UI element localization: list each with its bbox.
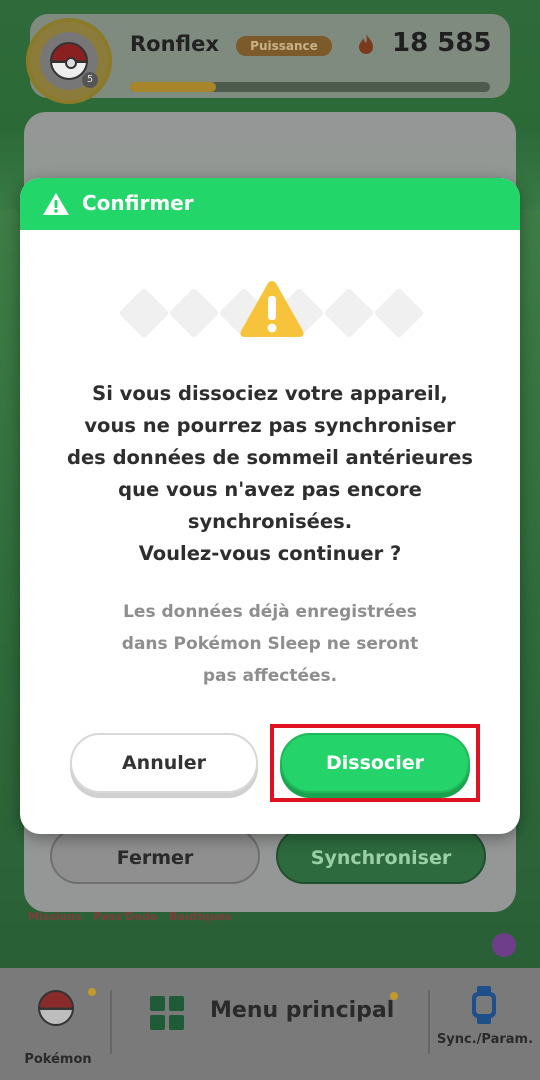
sync-button[interactable]: Synchroniser — [276, 828, 486, 884]
pokeball-icon — [38, 990, 74, 1026]
pokeball-center — [65, 57, 77, 69]
diamond-shape — [373, 287, 425, 339]
note-line: pas affectées. — [202, 666, 338, 686]
nav-pokemon[interactable]: Pokémon — [14, 988, 102, 1078]
highlight-box — [270, 724, 480, 802]
tabs-row: Missions Pass'Dodo Boutiques — [28, 910, 240, 923]
power-badge: Puissance — [236, 36, 332, 56]
progress-track — [130, 82, 490, 92]
dialog-title: Confirmer — [82, 191, 194, 215]
message-line: vous ne pourrez pas synchroniser — [84, 414, 456, 437]
flame-icon — [359, 34, 373, 54]
flower-icon — [492, 933, 516, 957]
tab-pass-dodo[interactable]: Pass'Dodo — [93, 910, 157, 923]
nav-divider — [110, 990, 112, 1054]
dialog-message: Si vous dissociez votre appareil, vous n… — [50, 378, 490, 570]
player-name: Ronflex — [130, 32, 219, 56]
close-button[interactable]: Fermer — [50, 828, 260, 884]
grid-icon — [150, 996, 186, 1032]
warning-icon — [43, 193, 69, 215]
message-line: que vous n'avez pas encore — [118, 478, 422, 501]
watch-icon — [472, 986, 496, 1024]
level-badge: 5 — [82, 72, 98, 88]
progress-fill — [130, 82, 217, 92]
diamond-shape — [168, 287, 220, 339]
bottom-navigation: Pokémon Menu principal Sync./Param. — [0, 968, 540, 1080]
avatar-frame: 5 — [40, 32, 98, 90]
warning-icon — [240, 281, 304, 337]
dialog-note: Les données déjà enregistrées dans Pokém… — [50, 596, 490, 692]
tab-boutiques[interactable]: Boutiques — [169, 910, 232, 923]
dialog-header: Confirmer — [20, 178, 520, 230]
notification-dot — [88, 988, 96, 996]
message-line: synchronisées. — [187, 510, 353, 533]
message-line: des données de sommeil antérieures — [67, 446, 473, 469]
tab-missions[interactable]: Missions — [28, 910, 82, 923]
nav-pokemon-label: Pokémon — [24, 1052, 92, 1067]
pokeball-icon — [50, 42, 88, 80]
nav-main-menu[interactable]: Menu principal — [150, 992, 410, 1056]
avatar[interactable]: 5 — [26, 18, 112, 104]
notification-dot — [390, 992, 398, 1000]
diamond-shape — [118, 287, 170, 339]
cancel-button[interactable]: Annuler — [70, 733, 258, 793]
message-line: Si vous dissociez votre appareil, — [92, 382, 448, 405]
nav-sync-label: Sync./Param. — [436, 1032, 534, 1047]
nav-main-menu-label: Menu principal — [210, 998, 395, 1023]
message-line: Voulez-vous continuer ? — [138, 542, 402, 565]
diamond-shape — [323, 287, 375, 339]
note-line: Les données déjà enregistrées — [123, 602, 417, 622]
power-value: 18 585 — [392, 28, 492, 58]
nav-sync-settings[interactable]: Sync./Param. — [430, 986, 540, 1076]
note-line: dans Pokémon Sleep ne seront — [121, 634, 419, 654]
